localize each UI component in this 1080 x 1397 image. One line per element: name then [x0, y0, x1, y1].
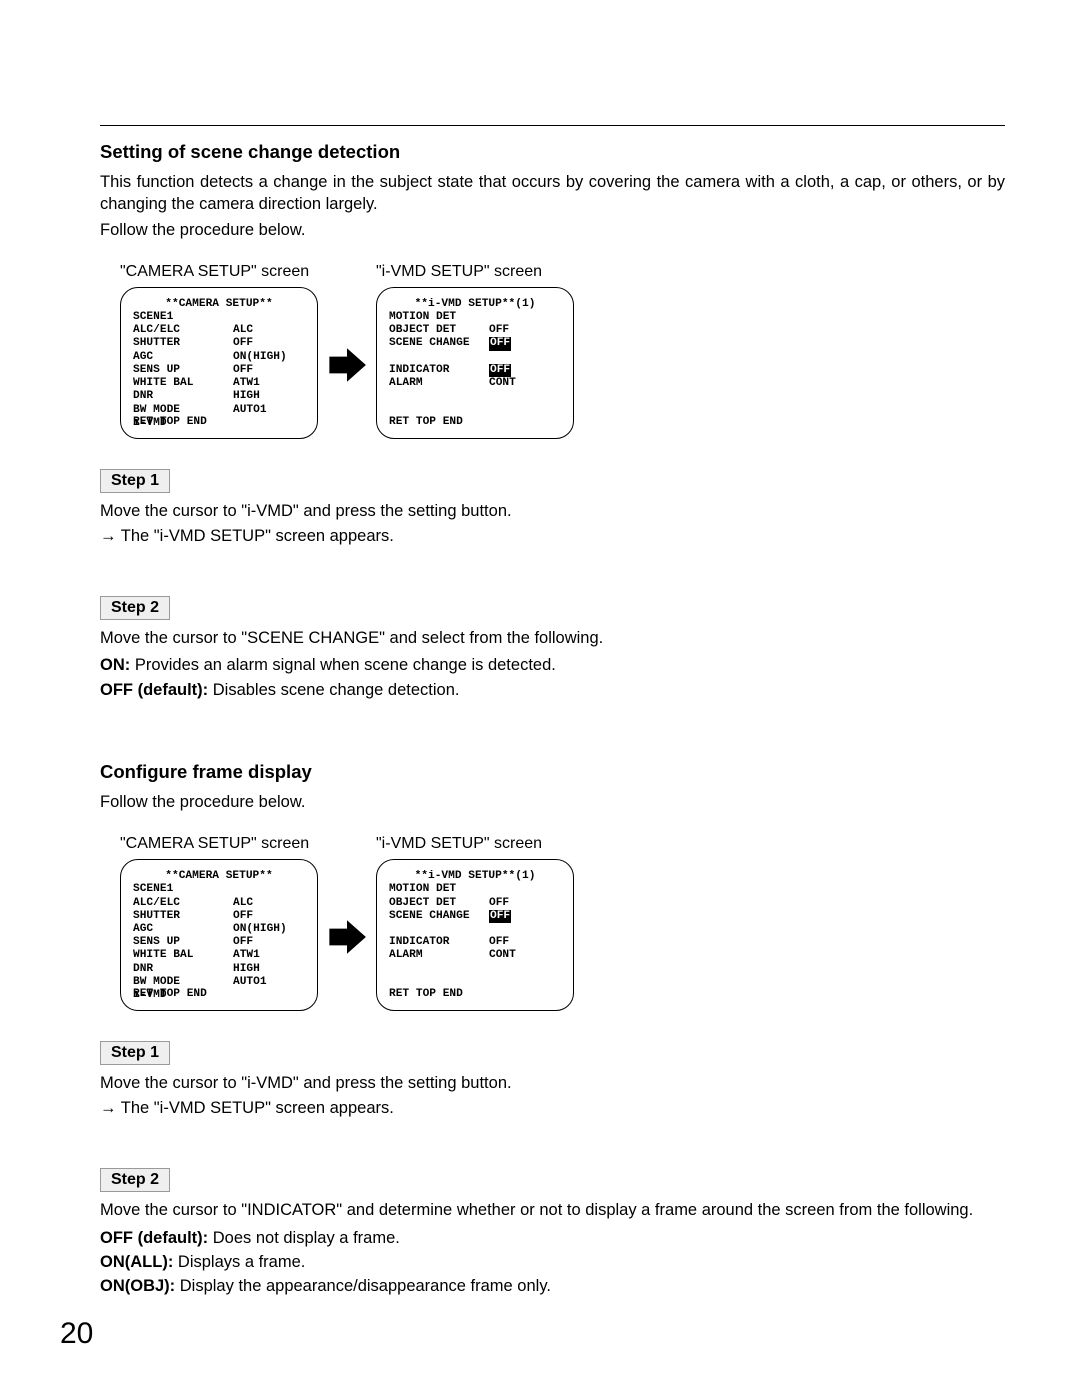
screen-label: "i-VMD SETUP" screen [376, 835, 574, 853]
arrow-right-icon [326, 916, 368, 958]
ivmd-setup-block: "i-VMD SETUP" screen **i-VMD SETUP**(1)M… [376, 263, 574, 439]
step-label: Step 1 [100, 469, 170, 493]
osd-value: AUTO1 [233, 976, 273, 989]
osd-nav: RET TOP END [389, 416, 463, 429]
camera-setup-screen: **CAMERA SETUP**SCENE1ALC/ELCALC SHUTTER… [120, 287, 318, 439]
section-title: Setting of scene change detection [100, 141, 1005, 163]
option-line: OFF (default): Disables scene change det… [100, 679, 1005, 701]
osd-value: CONT [489, 377, 516, 390]
osd-value: OFF [489, 897, 509, 910]
step-label: Step 2 [100, 596, 170, 620]
osd-row: DNRHIGH [133, 390, 305, 403]
osd-row: INDICATOROFF [389, 364, 561, 377]
osd-row: MOTION DET [389, 311, 561, 324]
intro-text: This function detects a change in the su… [100, 171, 1005, 216]
osd-scene: SCENE1 [133, 311, 305, 324]
intro-text: Follow the procedure below. [100, 791, 1005, 813]
option-line: ON(ALL): Displays a frame. [100, 1251, 1005, 1273]
osd-value: ON(HIGH) [233, 923, 287, 936]
step-result: → The "i-VMD SETUP" screen appears. [100, 1099, 1005, 1118]
screens-row: "CAMERA SETUP" screen **CAMERA SETUP**SC… [120, 835, 1005, 1011]
osd-title: **i-VMD SETUP**(1) [389, 298, 561, 311]
step-text: Move the cursor to "i-VMD" and press the… [100, 500, 1005, 522]
step-text: Move the cursor to "SCENE CHANGE" and se… [100, 627, 1005, 649]
arrow-right-small-icon: → [100, 527, 117, 545]
step-result: → The "i-VMD SETUP" screen appears. [100, 527, 1005, 546]
option-line: OFF (default): Does not display a frame. [100, 1227, 1005, 1249]
osd-value: HIGH [233, 390, 260, 403]
osd-row: AGCON(HIGH) [133, 923, 305, 936]
osd-row: INDICATOROFF [389, 936, 561, 949]
osd-row: ALARMCONT [389, 949, 561, 962]
osd-value: AUTO1 [233, 404, 273, 417]
osd-title: **i-VMD SETUP**(1) [389, 870, 561, 883]
osd-nav: RET TOP END [133, 416, 207, 429]
screen-label: "CAMERA SETUP" screen [120, 835, 318, 853]
osd-nav: RET TOP END [133, 988, 207, 1001]
osd-value: ATW1 [233, 377, 267, 390]
step-text: Move the cursor to "i-VMD" and press the… [100, 1072, 1005, 1094]
osd-row: ALC/ELCALC [133, 897, 305, 910]
osd-value: ON(HIGH) [233, 351, 287, 364]
camera-setup-block: "CAMERA SETUP" screen **CAMERA SETUP**SC… [120, 835, 318, 1011]
horizontal-rule [100, 125, 1005, 126]
osd-row: OBJECT DETOFF [389, 324, 561, 337]
option-line: ON: Provides an alarm signal when scene … [100, 654, 1005, 676]
arrow-right-small-icon: → [100, 1099, 117, 1117]
osd-row: SCENE CHANGEOFF [389, 337, 561, 350]
osd-value: OFF [489, 364, 511, 377]
result-text: The "i-VMD SETUP" screen appears. [117, 1099, 394, 1117]
option-line: ON(OBJ): Display the appearance/disappea… [100, 1275, 1005, 1297]
osd-scene: SCENE1 [133, 883, 305, 896]
osd-value: CONT [489, 949, 516, 962]
osd-value: OFF [233, 364, 253, 377]
screens-row: "CAMERA SETUP" screen **CAMERA SETUP**SC… [120, 263, 1005, 439]
osd-value: ATW1 [233, 949, 267, 962]
osd-row: ALARMCONT [389, 377, 561, 390]
osd-value: OFF [489, 910, 511, 923]
ivmd-setup-block: "i-VMD SETUP" screen **i-VMD SETUP**(1)M… [376, 835, 574, 1011]
osd-row: SENS UPOFF [133, 364, 305, 377]
page-content: Setting of scene change detection This f… [0, 0, 1080, 1297]
osd-value: HIGH [233, 963, 260, 976]
osd-row: MOTION DET [389, 883, 561, 896]
osd-value: OFF [233, 337, 253, 350]
osd-row: WHITE BALATW1 [133, 949, 305, 962]
osd-value: OFF [233, 910, 253, 923]
ivmd-setup-screen: **i-VMD SETUP**(1)MOTION DET OBJECT DETO… [376, 287, 574, 439]
osd-row: OBJECT DETOFF [389, 897, 561, 910]
camera-setup-screen: **CAMERA SETUP**SCENE1ALC/ELCALC SHUTTER… [120, 859, 318, 1011]
arrow-right-icon [326, 344, 368, 386]
osd-title: **CAMERA SETUP** [133, 298, 305, 311]
intro-text: Follow the procedure below. [100, 219, 1005, 241]
osd-row: SHUTTEROFF [133, 337, 305, 350]
osd-value: OFF [489, 337, 511, 350]
osd-value: ALC [233, 897, 260, 910]
osd-row: SENS UPOFF [133, 936, 305, 949]
osd-value: OFF [233, 936, 253, 949]
osd-nav: RET TOP END [389, 988, 463, 1001]
osd-title: **CAMERA SETUP** [133, 870, 305, 883]
osd-value: OFF [489, 324, 509, 337]
osd-row: WHITE BALATW1 [133, 377, 305, 390]
camera-setup-block: "CAMERA SETUP" screen **CAMERA SETUP**SC… [120, 263, 318, 439]
osd-row: AGCON(HIGH) [133, 351, 305, 364]
section-title: Configure frame display [100, 761, 1005, 783]
osd-row: SCENE CHANGEOFF [389, 910, 561, 923]
step-label: Step 2 [100, 1168, 170, 1192]
screen-label: "CAMERA SETUP" screen [120, 263, 318, 281]
step-label: Step 1 [100, 1041, 170, 1065]
step-text: Move the cursor to "INDICATOR" and deter… [100, 1199, 1005, 1221]
osd-row: DNRHIGH [133, 963, 305, 976]
osd-row: SHUTTEROFF [133, 910, 305, 923]
osd-value: OFF [489, 936, 509, 949]
osd-row: ALC/ELCALC [133, 324, 305, 337]
osd-value: ALC [233, 324, 260, 337]
ivmd-setup-screen: **i-VMD SETUP**(1)MOTION DET OBJECT DETO… [376, 859, 574, 1011]
page-number: 20 [60, 1317, 93, 1351]
screen-label: "i-VMD SETUP" screen [376, 263, 574, 281]
result-text: The "i-VMD SETUP" screen appears. [117, 527, 394, 545]
